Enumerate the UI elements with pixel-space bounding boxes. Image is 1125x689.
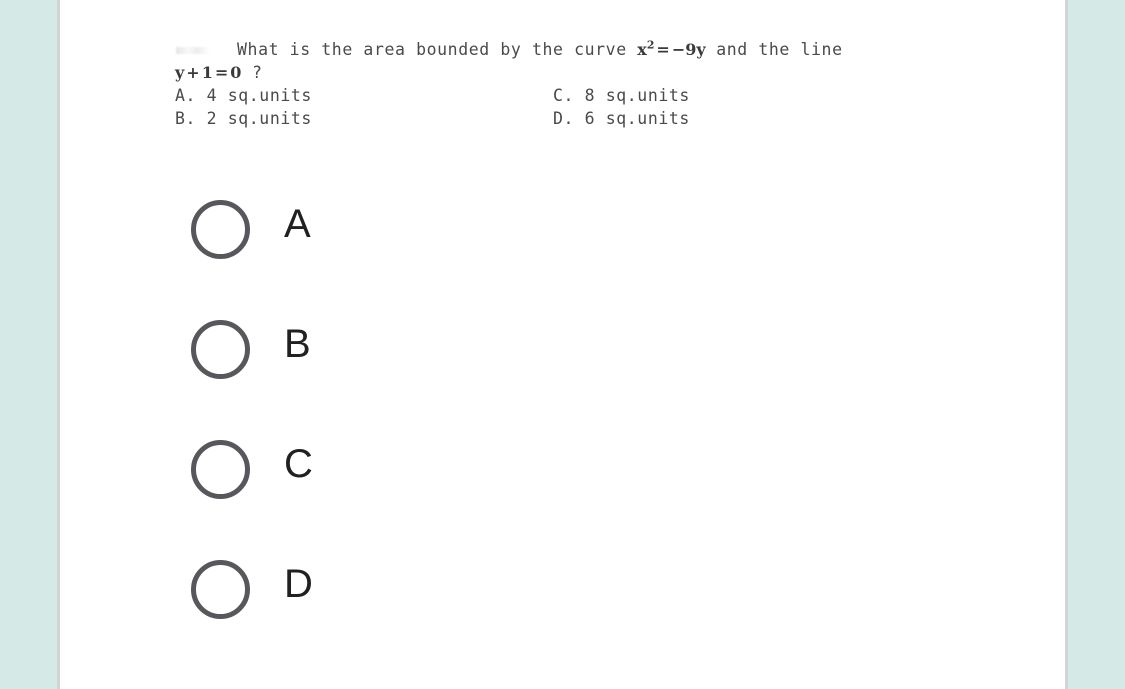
answer-key-c-value: 8 sq.units — [584, 86, 690, 105]
content-card: What is the area bounded by the curve x2… — [60, 0, 1065, 689]
answer-key-d-value: 6 sq.units — [584, 109, 690, 128]
answer-options-list: A B C D — [131, 190, 531, 670]
equation-line-right: 0 — [230, 63, 242, 82]
answer-key-b: B. 2 sq.units — [175, 107, 312, 130]
radio-button-c-icon[interactable] — [191, 440, 250, 499]
answer-key-row-2: B. 2 sq.units D. 6 sq.units — [175, 107, 1005, 130]
equation-curve-base: x — [637, 40, 647, 59]
right-side-panel — [1065, 0, 1125, 689]
question-line-1: What is the area bounded by the curve x2… — [175, 38, 1005, 61]
option-label-a: A — [284, 202, 312, 246]
option-row-a[interactable]: A — [131, 190, 531, 310]
equation-line-operator: = — [214, 63, 229, 82]
scan-artifact-smudge — [176, 47, 210, 54]
radio-button-d-icon[interactable] — [191, 560, 250, 619]
equation-curve-right: −9y — [671, 40, 706, 59]
equation-line-term1: y — [175, 63, 185, 82]
answer-key-a-letter: A. — [175, 86, 197, 105]
equation-curve-operator: = — [656, 40, 670, 59]
option-label-c: C — [284, 442, 314, 486]
equation-line-term2: 1 — [201, 63, 213, 82]
answer-key-b-value: 2 sq.units — [206, 109, 312, 128]
question-text-part-2: and the line — [705, 40, 843, 59]
left-side-panel — [0, 0, 60, 689]
option-label-b: B — [284, 322, 312, 366]
question-scan-block: What is the area bounded by the curve x2… — [175, 38, 1005, 130]
question-mark: ? — [251, 63, 263, 82]
equation-curve: x2 = −9y — [637, 40, 705, 59]
answer-key-d-letter: D. — [553, 109, 575, 128]
question-line-2: y +1 = 0 ? — [175, 61, 1005, 84]
option-row-d[interactable]: D — [131, 550, 531, 670]
answer-key-b-letter: B. — [175, 109, 197, 128]
question-text-part-1: What is the area bounded by the curve — [237, 40, 638, 59]
option-row-b[interactable]: B — [131, 310, 531, 430]
answer-key-c: C. 8 sq.units — [553, 84, 690, 107]
answer-key-c-letter: C. — [553, 86, 575, 105]
radio-button-b-icon[interactable] — [191, 320, 250, 379]
answer-key-d: D. 6 sq.units — [553, 107, 690, 130]
answer-key-a: A. 4 sq.units — [175, 84, 312, 107]
page-root: What is the area bounded by the curve x2… — [0, 0, 1125, 689]
answer-key-row-1: A. 4 sq.units C. 8 sq.units — [175, 84, 1005, 107]
radio-button-a-icon[interactable] — [191, 200, 250, 259]
equation-line-plus: + — [186, 63, 200, 82]
equation-line: y +1 = 0 — [175, 63, 241, 82]
option-label-d: D — [284, 562, 314, 606]
answer-key-a-value: 4 sq.units — [206, 86, 312, 105]
option-row-c[interactable]: C — [131, 430, 531, 550]
